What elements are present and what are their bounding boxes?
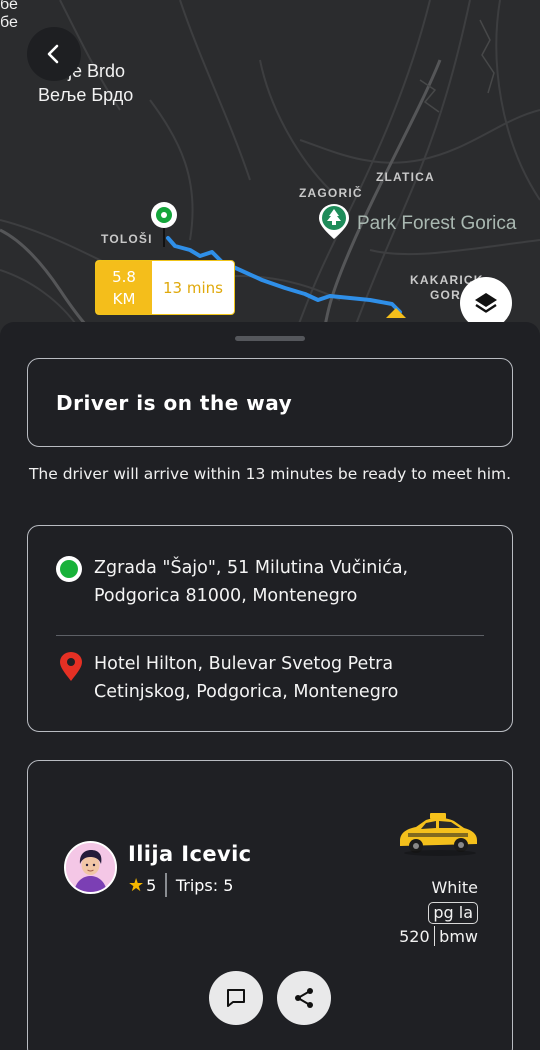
driver-avatar-icon — [66, 843, 115, 892]
status-message: The driver will arrive within 13 minutes… — [28, 465, 512, 483]
meta-separator — [165, 873, 167, 897]
avatar — [64, 841, 117, 894]
car-plate: pg la — [428, 902, 478, 924]
eta-distance-unit: KM — [112, 289, 136, 308]
dropoff-address-line-2: Cetinjskog, Podgorica, Montenegro — [94, 682, 399, 702]
origin-pin-stick — [163, 227, 165, 247]
driver-name: Ilija Icevic — [128, 842, 252, 866]
driver-card: Ilija Icevic ★ 5 Trips: 5 White pg la 52… — [27, 760, 513, 1050]
car-model-separator — [433, 926, 436, 946]
map-label-partial-1: бе — [0, 0, 18, 13]
map-label-place-cyrillic: Веље Брдо — [38, 85, 134, 105]
map-label-kakaricka-2: GOR — [430, 288, 461, 302]
map-label-park: Park Forest Gorica — [357, 213, 517, 234]
pickup-address-line-1: Zgrada "Šajo", 51 Milutina Vučinića, — [94, 558, 409, 578]
status-title: Driver is on the way — [56, 390, 293, 415]
eta-badge: 5.8 KM 13 mins — [95, 260, 235, 315]
map-label-zlatica: ZLATICA — [376, 170, 435, 184]
pickup-dot-icon — [56, 556, 82, 582]
map-view[interactable]: бе бе je Brdo Веље Брдо TOLOŠI ZAGORIČ Z… — [0, 0, 540, 340]
car-make: bmw — [439, 926, 478, 946]
car-number: 520 — [399, 926, 430, 946]
destination-marker — [386, 308, 406, 318]
eta-distance: 5.8 KM — [96, 261, 152, 314]
star-icon: ★ — [128, 874, 145, 896]
dropoff-address-line-1: Hotel Hilton, Bulevar Svetog Petra — [94, 654, 394, 674]
driver-trips: Trips: 5 — [175, 875, 234, 895]
route-card: Zgrada "Šajo", 51 Milutina Vučinića, Pod… — [27, 525, 513, 732]
dropoff-address: Hotel Hilton, Bulevar Svetog Petra Cetin… — [94, 650, 494, 706]
pickup-address-line-2: Podgorica 81000, Montenegro — [94, 586, 358, 606]
share-button[interactable] — [277, 971, 331, 1025]
status-card: Driver is on the way — [27, 358, 513, 447]
driver-rating: 5 — [146, 875, 157, 895]
car-color: White — [431, 878, 478, 897]
map-label-partial-2: бе — [0, 14, 18, 31]
map-label-zagoric: ZAGORIČ — [299, 186, 363, 200]
pickup-address: Zgrada "Šajo", 51 Milutina Vučinića, Pod… — [94, 554, 494, 610]
chat-button[interactable] — [209, 971, 263, 1025]
layers-icon — [475, 293, 497, 313]
taxi-car-icon — [400, 813, 477, 856]
sheet-drag-handle[interactable] — [235, 336, 305, 341]
driver-meta: ★ 5 Trips: 5 — [128, 873, 233, 897]
eta-duration: 13 mins — [163, 278, 223, 297]
car-model: 520 bmw — [399, 926, 478, 946]
origin-pin-icon — [151, 202, 177, 228]
back-button[interactable] — [27, 27, 81, 81]
trip-bottom-sheet[interactable]: Driver is on the way The driver will arr… — [0, 322, 540, 1050]
chat-icon — [227, 989, 245, 1007]
tree-pin-icon[interactable] — [318, 204, 350, 240]
map-label-tolosi: TOLOŠI — [101, 232, 153, 246]
share-icon — [295, 988, 313, 1008]
chevron-left-icon — [47, 44, 59, 64]
route-divider — [56, 635, 484, 636]
eta-distance-value: 5.8 — [112, 267, 136, 286]
location-pin-icon — [60, 652, 82, 681]
